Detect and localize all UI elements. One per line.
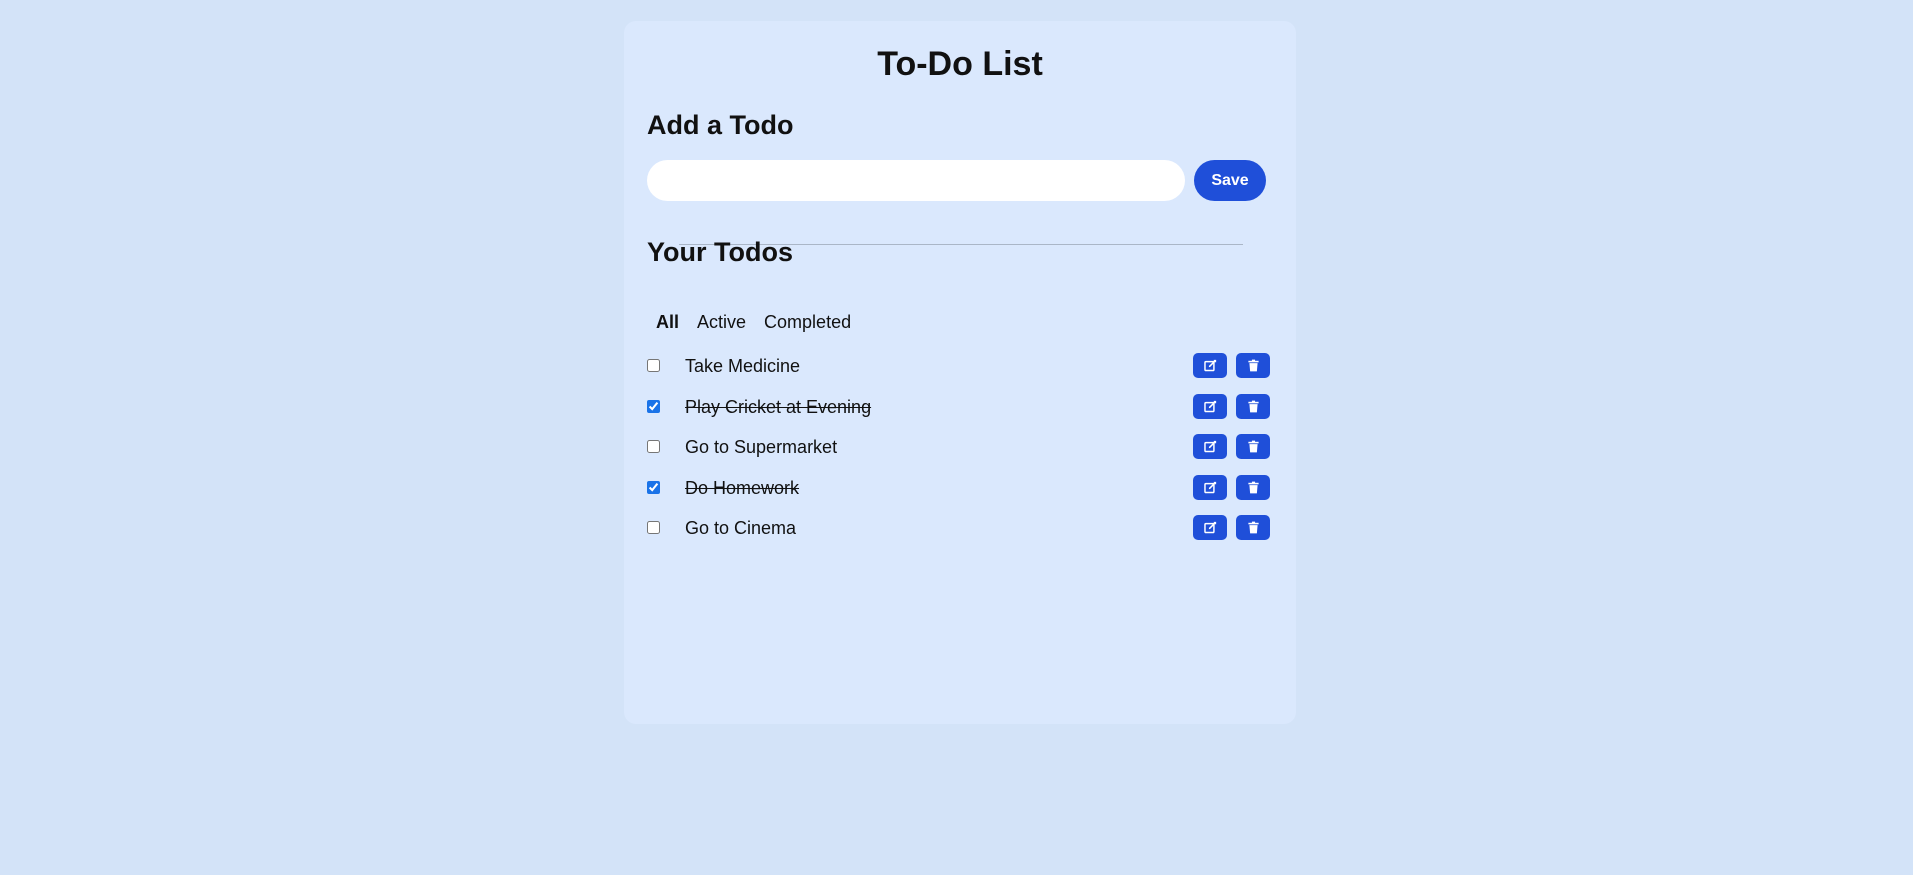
todo-item: Do Homework [647, 474, 1279, 515]
edit-button[interactable] [1193, 434, 1227, 459]
your-todos-heading: Your Todos [647, 237, 793, 267]
todo-checkbox[interactable] [647, 440, 660, 453]
edit-icon [1203, 359, 1216, 372]
add-todo-heading: Add a Todo [647, 110, 794, 140]
todo-text: Do Homework [685, 477, 800, 498]
filter-completed[interactable]: Completed [764, 310, 851, 334]
todo-item: Go to Cinema [647, 514, 1279, 555]
todo-input[interactable] [647, 160, 1185, 201]
filter-tabs: All Active Completed [656, 310, 851, 334]
filter-all[interactable]: All [656, 310, 679, 334]
edit-button[interactable] [1193, 353, 1227, 378]
save-button[interactable]: Save [1194, 160, 1266, 201]
edit-icon [1203, 521, 1216, 534]
todo-text: Go to Supermarket [685, 437, 838, 457]
trash-icon [1247, 400, 1259, 412]
edit-button[interactable] [1193, 393, 1227, 419]
todo-item: Take Medicine [647, 352, 1279, 393]
todo-text: Go to Cinema [685, 518, 797, 538]
todo-checkbox[interactable] [647, 521, 660, 534]
todo-card: To-Do List Add a Todo Save Your Todos Al… [624, 21, 1296, 724]
filter-active[interactable]: Active [697, 310, 746, 334]
todo-text: Take Medicine [685, 356, 801, 376]
delete-button[interactable] [1236, 474, 1270, 500]
page-title: To-Do List [877, 45, 1043, 83]
delete-button[interactable] [1236, 434, 1270, 459]
todo-list: Take Medicine Play Cricket at Evening Go… [647, 352, 1279, 555]
delete-button[interactable] [1236, 353, 1270, 378]
add-todo-form: Save [647, 160, 1275, 202]
todo-text: Play Cricket at Evening [685, 396, 872, 417]
todo-checkbox[interactable] [647, 359, 660, 372]
trash-icon [1247, 359, 1259, 372]
todo-checkbox[interactable] [647, 399, 660, 413]
edit-icon [1203, 440, 1216, 453]
edit-icon [1203, 400, 1216, 412]
edit-button[interactable] [1193, 515, 1227, 540]
delete-button[interactable] [1236, 515, 1270, 540]
todo-checkbox[interactable] [647, 480, 660, 494]
todo-item: Go to Supermarket [647, 433, 1279, 474]
delete-button[interactable] [1236, 393, 1270, 419]
trash-icon [1247, 481, 1259, 493]
edit-button[interactable] [1193, 474, 1227, 500]
todo-item: Play Cricket at Evening [647, 393, 1279, 434]
trash-icon [1247, 521, 1259, 534]
edit-icon [1203, 481, 1216, 493]
trash-icon [1247, 440, 1259, 453]
